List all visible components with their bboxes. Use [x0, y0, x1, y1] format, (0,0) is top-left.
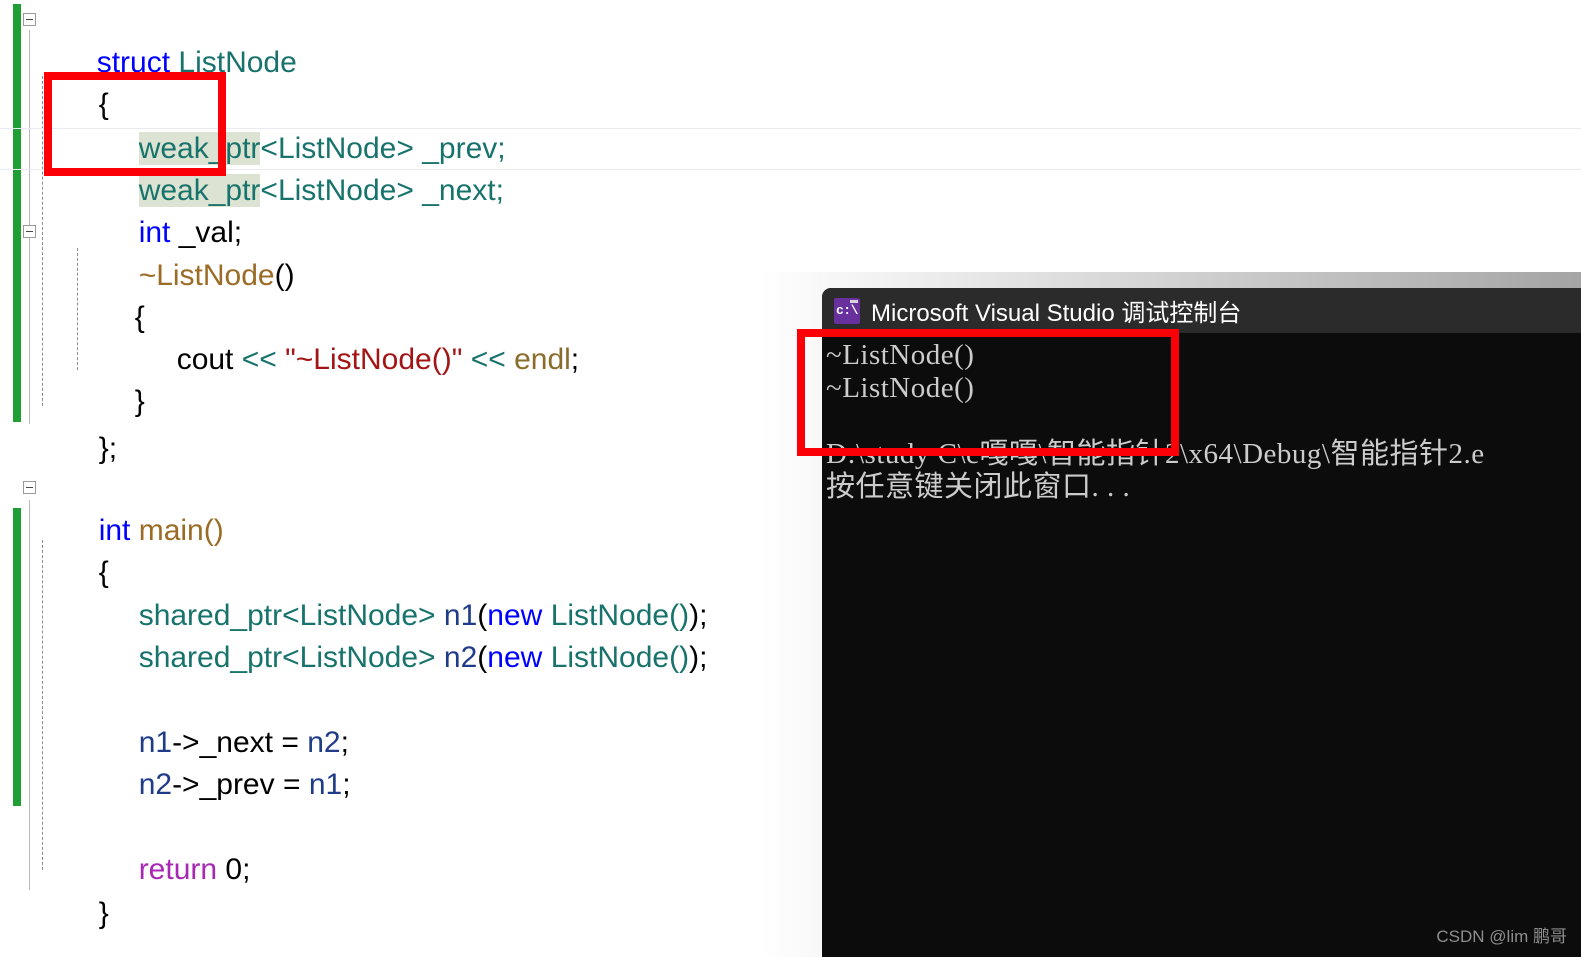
token-next-member: > _next;: [396, 174, 504, 207]
code-line-3[interactable]: weak_ptr<ListNode> _prev;: [0, 86, 506, 165]
console-title: Microsoft Visual Studio 调试控制台: [871, 300, 1242, 327]
token-arrow-prev: ->_prev: [172, 768, 275, 801]
token-shared-ptr-2: shared_ptr: [138, 641, 283, 674]
code-line-12[interactable]: int main(): [0, 468, 224, 547]
token-close-paren-2: );: [689, 641, 708, 674]
token-destructor-name: ~ListNode: [138, 259, 275, 292]
token-n2-decl: n2: [443, 641, 478, 674]
token-destructor-parens: (): [274, 259, 295, 292]
csdn-watermark: CSDN @lim 鹏哥: [1436, 927, 1567, 946]
token-semicolon-18: ;: [342, 768, 351, 801]
code-line-7[interactable]: {: [0, 255, 145, 334]
token-angle-listnode-2: <ListNode>: [282, 641, 436, 674]
token-open-paren-2: (: [477, 641, 488, 674]
token-equals-2: =: [282, 768, 301, 801]
code-line-14[interactable]: shared_ptr<ListNode> n1(new ListNode());: [0, 553, 708, 632]
token-cout: cout: [176, 343, 234, 376]
console-titlebar[interactable]: Microsoft Visual Studio 调试控制台: [822, 288, 1581, 333]
screenshot-root: struct ListNode { weak_ptr<ListNode> _pr…: [0, 0, 1581, 957]
token-new-keyword-2: new: [487, 641, 543, 674]
console-output-area[interactable]: ~ListNode() ~ListNode() D:\study C\c嘎嘎\智…: [822, 333, 1581, 957]
code-line-4[interactable]: weak_ptr<ListNode> _next;: [0, 128, 504, 207]
code-line-9[interactable]: }: [0, 339, 145, 418]
code-line-15[interactable]: shared_ptr<ListNode> n2(new ListNode());: [0, 595, 708, 674]
code-line-13[interactable]: {: [0, 510, 109, 589]
token-dtor-string: "~ListNode()": [285, 343, 463, 376]
token-main-name: main(): [138, 514, 224, 547]
console-press-any-key-line: 按任意键关闭此窗口. . .: [826, 471, 1131, 503]
token-endl: endl: [514, 343, 571, 376]
code-line-21[interactable]: }: [0, 851, 109, 930]
console-output-line: ~ListNode(): [826, 372, 975, 404]
code-line-18[interactable]: n2->_prev = n1;: [0, 722, 351, 801]
token-n2-use: n2: [138, 768, 173, 801]
code-line-5[interactable]: int _val;: [0, 170, 242, 249]
token-shift-op-2: <<: [470, 343, 506, 376]
token-listnode-type-next: ListNode: [277, 174, 397, 207]
token-angle-open-next: <: [260, 174, 278, 207]
code-line-20[interactable]: return 0;: [0, 807, 251, 886]
debug-console-window[interactable]: Microsoft Visual Studio 调试控制台 ~ListNode(…: [822, 288, 1581, 957]
code-line-8[interactable]: cout << "~ListNode()" << endl;: [0, 297, 579, 376]
code-line-6[interactable]: ~ListNode(): [0, 213, 295, 292]
token-semicolon-cout: ;: [570, 343, 580, 376]
token-zero: 0: [225, 853, 243, 886]
token-n1-assign: n1: [308, 768, 343, 801]
token-shift-op-1: <<: [241, 343, 277, 376]
token-return-keyword: return: [138, 853, 218, 886]
console-exit-path-line: D:\study C\c嘎嘎\智能指针2\x64\Debug\智能指针2.e: [826, 438, 1485, 470]
token-listnode-call-2: ListNode(): [550, 641, 690, 674]
code-line-2[interactable]: {: [0, 42, 109, 121]
console-output-line: ~ListNode(): [826, 339, 975, 371]
token-brace-close-dtor: }: [134, 385, 145, 418]
token-semicolon-20: ;: [242, 853, 251, 886]
code-editor[interactable]: struct ListNode { weak_ptr<ListNode> _pr…: [0, 0, 830, 957]
token-struct-end: };: [98, 432, 118, 465]
command-prompt-icon: [834, 297, 860, 324]
token-listnode-type: ListNode: [178, 46, 297, 79]
code-line-17[interactable]: n1->_next = n2;: [0, 680, 349, 759]
code-line-1[interactable]: struct ListNode: [0, 0, 297, 79]
token-brace-close-main: }: [98, 897, 109, 930]
code-line-10[interactable]: };: [0, 386, 117, 465]
